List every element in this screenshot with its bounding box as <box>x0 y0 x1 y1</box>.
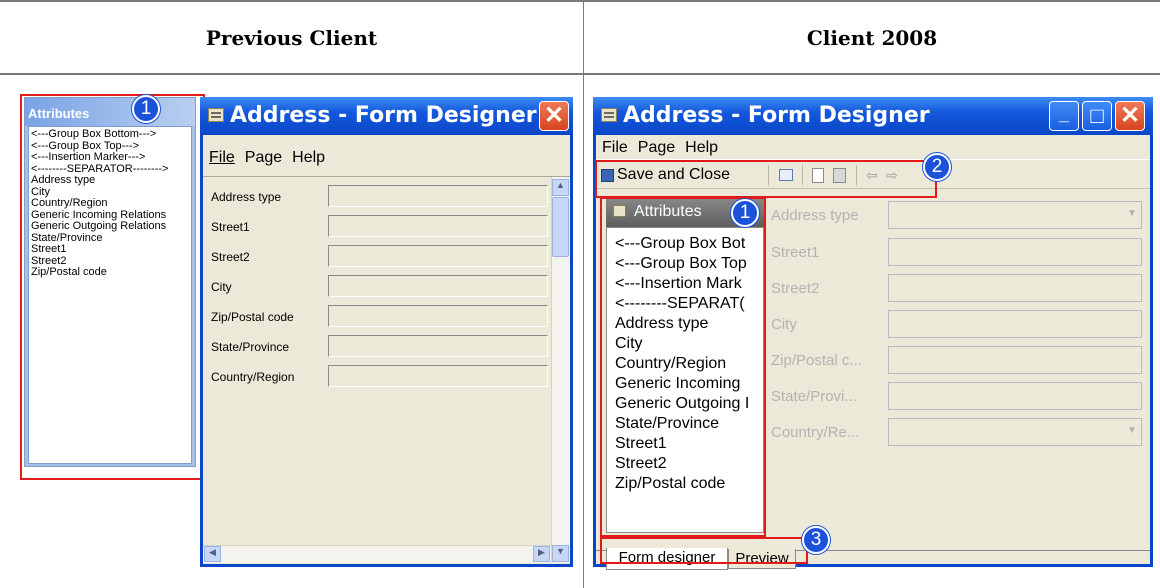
left-menubar: File Page Help <box>209 149 335 167</box>
field-label-city: City <box>771 316 797 333</box>
left-form-designer-window: Address - Form Designer ✕ File Page Help A… <box>200 97 573 567</box>
city-field[interactable] <box>888 310 1142 338</box>
field-label-street1: Street1 <box>211 220 250 234</box>
left-attributes-badge: 1 <box>132 95 160 123</box>
left-menu-divider <box>203 176 570 177</box>
scroll-left-arrow-icon[interactable]: ◀ <box>204 546 221 562</box>
field-label-street2: Street2 <box>211 250 250 264</box>
field-label-city: City <box>211 280 232 294</box>
field-label-country: Country/Region <box>211 370 295 384</box>
minimize-button[interactable]: _ <box>1049 101 1079 131</box>
scroll-up-arrow-icon[interactable]: ▲ <box>552 179 569 196</box>
toolbar-badge: 2 <box>923 153 951 181</box>
chevron-down-icon: ▼ <box>1127 208 1137 219</box>
scroll-right-arrow-icon[interactable]: ▶ <box>533 546 550 562</box>
tabs-badge: 3 <box>802 526 830 554</box>
menu-page[interactable]: Page <box>245 149 282 166</box>
left-close-button[interactable]: ✕ <box>539 101 569 131</box>
chevron-down-icon: ▼ <box>1127 425 1137 436</box>
maximize-button[interactable]: □ <box>1082 101 1112 131</box>
field-label-state: State/Province <box>211 340 290 354</box>
menu-help[interactable]: Help <box>292 149 325 166</box>
right-close-button[interactable]: ✕ <box>1115 101 1145 131</box>
address-type-dropdown[interactable]: ▼ <box>888 201 1142 229</box>
street2-field[interactable] <box>888 274 1142 302</box>
address-type-field[interactable] <box>328 185 548 207</box>
toolbar-highlight <box>595 160 937 198</box>
country-dropdown[interactable]: ▼ <box>888 418 1142 446</box>
table-header-rule <box>0 73 1160 75</box>
street1-field[interactable] <box>888 238 1142 266</box>
right-attributes-highlight <box>600 197 766 537</box>
country-field[interactable] <box>328 365 548 387</box>
menu-file[interactable]: File <box>209 149 235 166</box>
left-window-title: Address - Form Designer <box>230 103 537 128</box>
city-field[interactable] <box>328 275 548 297</box>
street2-field[interactable] <box>328 245 548 267</box>
right-menubar: File Page Help <box>602 139 728 157</box>
form-icon <box>208 107 224 122</box>
field-label-address-type: Address type <box>211 190 282 204</box>
field-label-street2: Street2 <box>771 280 820 297</box>
scroll-down-arrow-icon[interactable]: ▼ <box>552 545 569 562</box>
horizontal-scrollbar[interactable] <box>203 545 551 563</box>
left-window-titlebar: Address - Form Designer <box>200 97 573 135</box>
state-field[interactable] <box>888 382 1142 410</box>
zip-field[interactable] <box>888 346 1142 374</box>
field-label-country: Country/Re... <box>771 424 860 441</box>
table-top-rule <box>0 0 1160 2</box>
left-attributes-highlight <box>20 94 205 480</box>
state-field[interactable] <box>328 335 548 357</box>
menu-page[interactable]: Page <box>638 139 675 156</box>
client-2008-heading: Client 2008 <box>806 26 938 50</box>
field-label-zip: Zip/Postal c... <box>771 352 862 369</box>
scroll-thumb[interactable] <box>552 197 569 257</box>
form-icon <box>601 107 617 122</box>
field-label-zip: Zip/Postal code <box>211 310 294 324</box>
right-attributes-badge: 1 <box>731 199 759 227</box>
street1-field[interactable] <box>328 215 548 237</box>
right-window-title: Address - Form Designer <box>623 103 930 128</box>
menu-file[interactable]: File <box>602 139 628 156</box>
zip-field[interactable] <box>328 305 548 327</box>
tabs-highlight <box>600 537 808 564</box>
field-label-street1: Street1 <box>771 244 820 261</box>
field-label-state: State/Provi... <box>771 388 857 405</box>
table-column-divider <box>583 0 584 588</box>
previous-client-heading: Previous Client <box>205 26 378 50</box>
menu-help[interactable]: Help <box>685 139 718 156</box>
field-label-address-type: Address type <box>771 207 859 224</box>
